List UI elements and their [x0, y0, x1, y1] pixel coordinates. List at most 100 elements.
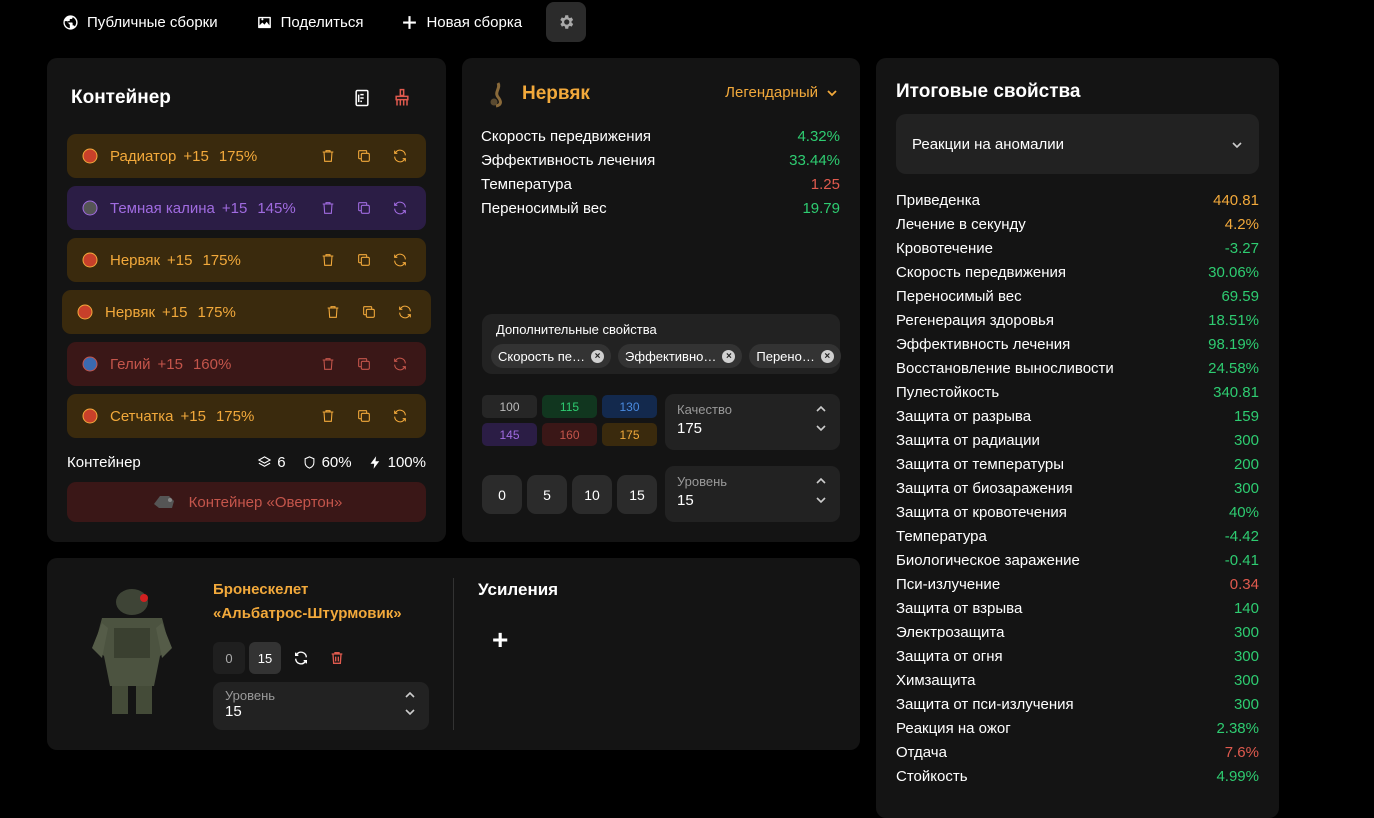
property-row: Скорость передвижения 30.06% [896, 260, 1259, 284]
refresh-icon[interactable] [392, 408, 408, 424]
level-preset-button[interactable]: 0 [482, 475, 522, 514]
artifact-row[interactable]: Гелий +15 160% [67, 342, 426, 386]
quality-presets: 100 115 130 145 160 175 [482, 395, 657, 446]
quality-preset-button[interactable]: 115 [542, 395, 597, 418]
remove-chip-icon[interactable]: × [722, 349, 736, 363]
property-value: 30.06% [1208, 263, 1259, 281]
property-row: Защита от взрыва 140 [896, 596, 1259, 620]
artifact-icon [80, 354, 100, 374]
armor-level-0-button[interactable]: 0 [213, 642, 245, 674]
trash-icon[interactable] [320, 252, 336, 268]
trash-icon[interactable] [320, 200, 336, 216]
property-label: Скорость передвижения [481, 127, 652, 145]
trash-icon[interactable] [329, 650, 345, 666]
level-preset-button[interactable]: 10 [572, 475, 612, 514]
remove-chip-icon[interactable]: × [820, 349, 834, 363]
property-value: 24.58% [1208, 359, 1259, 377]
chevron-down-icon[interactable] [405, 707, 415, 717]
artifact-row[interactable]: Сетчатка +15 175% [67, 394, 426, 438]
copy-icon[interactable] [356, 200, 372, 216]
refresh-icon[interactable] [392, 200, 408, 216]
level-value: 15 [677, 492, 694, 509]
trash-icon[interactable] [320, 148, 336, 164]
copy-icon[interactable] [356, 408, 372, 424]
artifact-quality: 145% [257, 199, 296, 217]
artifact-row[interactable]: Радиатор +15 175% [67, 134, 426, 178]
chevron-up-icon[interactable] [405, 690, 415, 700]
copy-icon[interactable] [356, 252, 372, 268]
armor-level-15-button[interactable]: 15 [249, 642, 281, 674]
property-chip[interactable]: Перено… × [749, 344, 841, 368]
artifact-row[interactable]: Темная калина +15 145% [67, 186, 426, 230]
trash-icon[interactable] [320, 356, 336, 372]
refresh-icon[interactable] [397, 304, 413, 320]
chevron-down-icon[interactable] [816, 495, 826, 505]
property-value: 300 [1233, 623, 1259, 641]
quality-preset-button[interactable]: 160 [542, 423, 597, 446]
copy-icon[interactable] [361, 304, 377, 320]
public-builds-button[interactable]: Публичные сборки [62, 14, 218, 31]
refresh-icon[interactable] [392, 148, 408, 164]
image-icon [257, 16, 271, 28]
property-chip[interactable]: Эффективно… × [618, 344, 743, 368]
property-value: 300 [1233, 431, 1259, 449]
refresh-icon[interactable] [392, 252, 408, 268]
slots-stat: 6 [257, 454, 286, 471]
artifact-label: Гелий [110, 355, 151, 373]
new-build-button[interactable]: Новая сборка [401, 14, 522, 31]
level-preset-button[interactable]: 5 [527, 475, 567, 514]
settings-button[interactable] [546, 2, 587, 42]
artifact-detail-panel: Нервяк Легендарный Скорость передвижения… [462, 58, 860, 542]
trash-icon[interactable] [320, 408, 336, 424]
refresh-icon[interactable] [293, 650, 309, 666]
refresh-icon[interactable] [392, 356, 408, 372]
property-chip[interactable]: Скорость пе… × [491, 344, 612, 368]
artifact-quality: 175% [202, 251, 241, 269]
quality-label: Качество [677, 402, 732, 417]
artifact-actions [325, 290, 413, 334]
container-select-button[interactable]: Контейнер «Овертон» [67, 482, 426, 522]
level-arrows [816, 476, 826, 505]
add-boost-button[interactable]: + [492, 624, 508, 656]
remove-chip-icon[interactable]: × [591, 349, 605, 363]
document-icon[interactable] [352, 88, 372, 108]
property-value: -4.42 [1224, 527, 1259, 545]
quality-preset-button[interactable]: 175 [602, 423, 657, 446]
property-label: Защита от температуры [896, 455, 1065, 473]
container-stats: Контейнер 6 60% 100% [67, 454, 426, 471]
armor-level-stepper[interactable]: Уровень 15 [213, 682, 429, 730]
property-value: 4.2% [1224, 215, 1259, 233]
chevron-up-icon[interactable] [816, 404, 826, 414]
property-label: Стойкость [896, 767, 968, 785]
artifact-level: +15 [183, 147, 209, 165]
artifact-row[interactable]: Нервяк +15 175% [67, 238, 426, 282]
container-stats-label: Контейнер [67, 454, 141, 471]
property-label: Электрозащита [896, 623, 1005, 641]
lightning-icon [370, 456, 379, 469]
property-row: Лечение в секунду 4.2% [896, 212, 1259, 236]
quality-preset-button[interactable]: 145 [482, 423, 537, 446]
rarity-dropdown[interactable]: Легендарный [725, 84, 838, 101]
quality-preset-button[interactable]: 100 [482, 395, 537, 418]
broom-icon[interactable] [392, 88, 412, 108]
artifact-row[interactable]: Нервяк +15 175% [62, 290, 431, 334]
result-filter-select[interactable]: Реакции на аномалии [896, 114, 1259, 174]
armor-panel: Бронескелет «Альбатрос-Штурмовик» 0 15 У… [47, 558, 860, 750]
trash-icon[interactable] [325, 304, 341, 320]
chevron-up-icon[interactable] [816, 476, 826, 486]
level-preset-button[interactable]: 15 [617, 475, 657, 514]
quality-preset-button[interactable]: 130 [602, 395, 657, 418]
quality-value: 175 [677, 420, 703, 437]
copy-icon[interactable] [356, 356, 372, 372]
armor-name: Бронескелет «Альбатрос-Штурмовик» [213, 578, 433, 626]
property-label: Защита от радиации [896, 431, 1040, 449]
artifact-icon [490, 82, 502, 108]
property-row: Эффективность лечения 98.19% [896, 332, 1259, 356]
artifact-actions [320, 394, 408, 438]
level-stepper[interactable]: Уровень 15 [665, 466, 840, 522]
chevron-down-icon[interactable] [816, 423, 826, 433]
copy-icon[interactable] [356, 148, 372, 164]
quality-stepper[interactable]: Качество 175 [665, 394, 840, 450]
share-button[interactable]: Поделиться [256, 14, 363, 31]
property-row: Электрозащита 300 [896, 620, 1259, 644]
